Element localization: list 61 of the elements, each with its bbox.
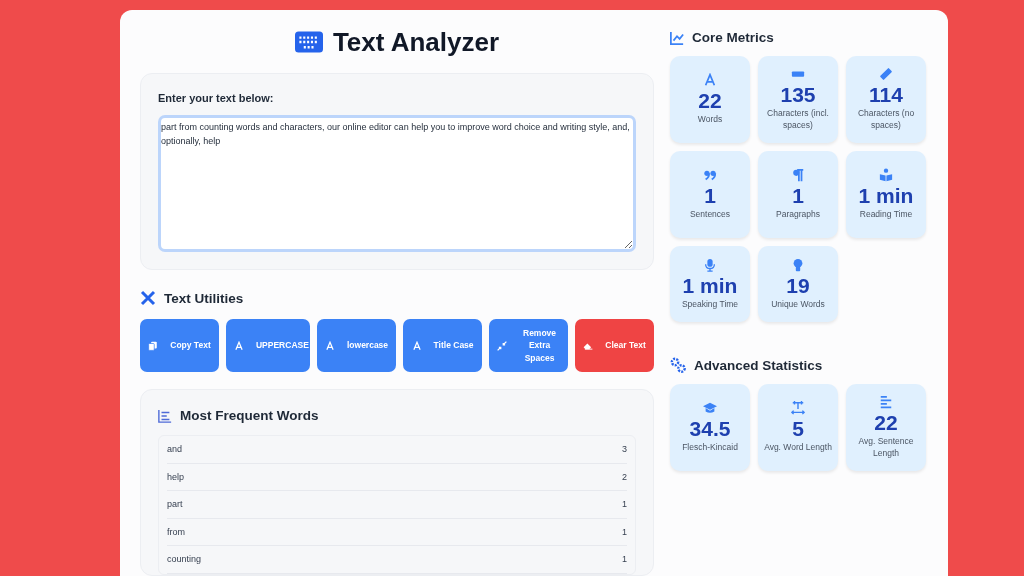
section-heading: Core Metrics (692, 30, 774, 45)
app-title: Text Analyzer (332, 26, 500, 58)
count-cell: 2 (622, 471, 627, 482)
font-icon (233, 340, 244, 351)
utility-button[interactable]: Remove Extra Spaces (489, 319, 569, 372)
paragraph-icon (791, 168, 805, 182)
metric-value: 1 (792, 184, 804, 208)
copy-icon (148, 340, 159, 351)
word-cell: counting (167, 554, 202, 565)
metric-label: Paragraphs (776, 209, 820, 221)
bar-list-icon (158, 408, 172, 423)
metric-value: 34.5 (689, 417, 731, 441)
section-heading: Text Utilities (164, 290, 244, 306)
compress-icon (497, 340, 508, 351)
metric-label: Speaking Time (681, 298, 739, 311)
metric-label: Words (697, 114, 723, 126)
microphone-icon (703, 257, 717, 272)
metric-label: Reading Time (859, 209, 913, 221)
text-width-icon (791, 401, 805, 415)
metric-value: 22 (874, 411, 898, 435)
count-cell: 1 (622, 554, 627, 565)
metric-value: 5 (792, 417, 804, 441)
word-cell: part (167, 499, 183, 510)
metric-label: Flesch-Kincaid (682, 442, 738, 454)
metric-label: Sentences (689, 209, 731, 221)
metric-label: Avg. Word Length (764, 442, 832, 454)
text-input[interactable]: part from counting words and characters, our online editor can help you to improve word choice and writing style, and, optionally, help (158, 115, 636, 252)
reader-icon (879, 168, 893, 182)
graduation-cap-icon (703, 401, 717, 415)
utility-button[interactable]: Title Case (403, 319, 483, 372)
count-cell: 3 (622, 444, 627, 455)
word-cell: help (167, 471, 184, 482)
font-icon (411, 340, 422, 351)
section-heading: Advanced Statistics (694, 357, 823, 373)
metric-label: Avg. Sentence Length (857, 436, 915, 460)
font-icon (703, 73, 717, 87)
utility-button[interactable]: Copy Text (140, 319, 219, 372)
metric-label: Characters (incl. spaces) (766, 108, 830, 132)
metric-label: Unique Words (771, 298, 825, 311)
line-chart-icon (670, 30, 684, 45)
metric-value: 1 min (682, 273, 738, 297)
count-cell: 1 (622, 499, 627, 510)
align-left-icon (879, 395, 893, 410)
metric-value: 19 (786, 273, 810, 297)
metric-label: Characters (no spaces) (856, 108, 916, 132)
section-heading: Most Frequent Words (180, 408, 319, 423)
metric-value: 1 min (858, 184, 914, 208)
clear-button[interactable]: Clear Text (575, 319, 654, 372)
input-label: Enter your text below: (158, 92, 275, 104)
quote-icon (703, 168, 717, 182)
metric-value: 114 (869, 83, 903, 107)
metric-value: 1 (704, 184, 716, 208)
count-cell: 1 (622, 526, 627, 537)
utility-button[interactable]: UPPERCASE (225, 319, 310, 372)
word-cell: from (167, 526, 185, 537)
utility-button[interactable]: lowercase (316, 319, 397, 372)
lightbulb-icon (791, 257, 805, 272)
metric-value: 22 (698, 89, 722, 113)
word-cell: and (167, 444, 183, 455)
font-icon (324, 340, 335, 351)
metric-value: 135 (780, 83, 816, 107)
